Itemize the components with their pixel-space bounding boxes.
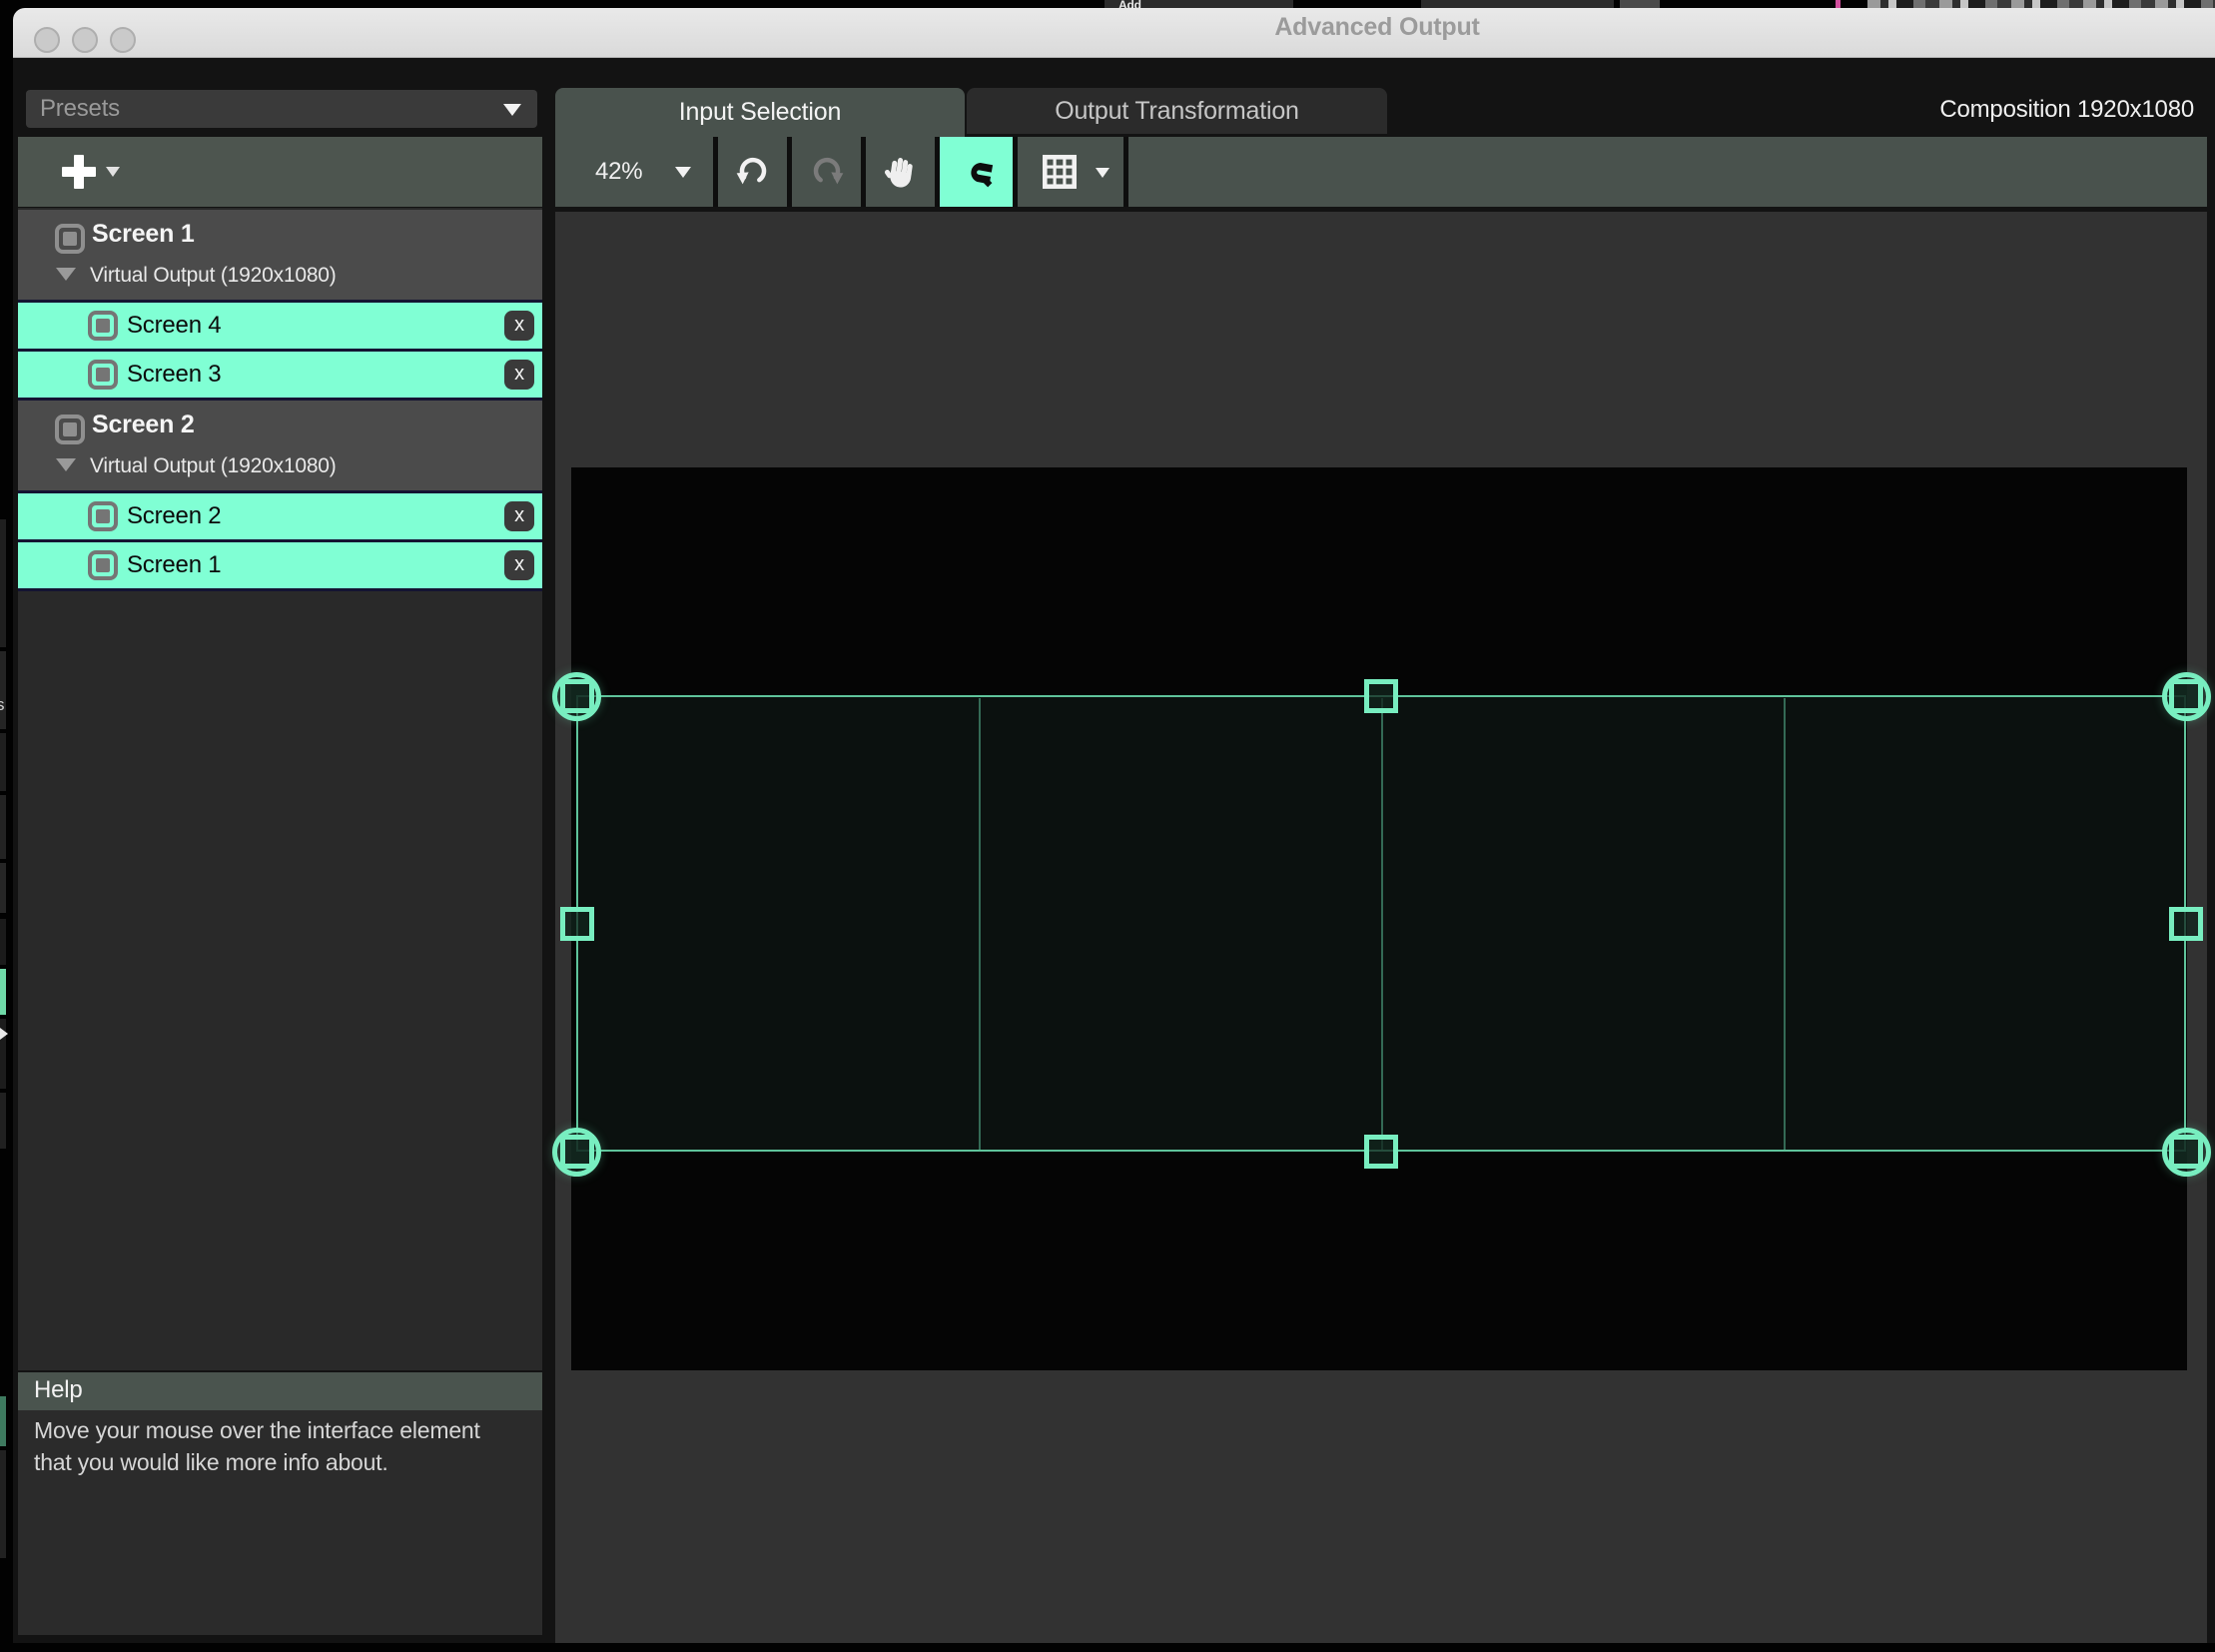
caret-down-icon[interactable] (106, 167, 120, 177)
remove-slice-button[interactable]: x (504, 360, 534, 390)
mid-handle-top[interactable] (1364, 679, 1398, 713)
corner-handle-square-top-right[interactable] (2169, 679, 2203, 713)
canvas-toolbar: 42% (555, 137, 2207, 207)
disclosure-triangle-icon[interactable] (56, 458, 76, 471)
screen-group-row[interactable]: Screen 1 Virtual Output (1920x1080) (18, 210, 542, 300)
grid-options-dropdown[interactable] (1018, 137, 1123, 207)
slice-checkbox[interactable] (88, 311, 118, 341)
hand-icon (881, 152, 921, 192)
undo-icon (733, 152, 773, 192)
background-fragment-green (0, 1396, 6, 1446)
plus-icon[interactable] (62, 155, 96, 189)
slice-row[interactable]: Screen 4 x (18, 303, 542, 349)
redo-button[interactable] (792, 137, 861, 207)
background-fragment (0, 733, 6, 791)
row-separator (18, 588, 542, 591)
grid-icon (1039, 151, 1081, 193)
screens-list: Screen 1 Virtual Output (1920x1080) Scre… (18, 210, 542, 591)
background-fragment (0, 795, 6, 859)
mid-handle-left[interactable] (560, 907, 594, 941)
slice-row[interactable]: Screen 3 x (18, 352, 542, 398)
background-fragment (0, 863, 6, 913)
slice-label: Screen 4 (127, 303, 221, 349)
toolbar-filler (1128, 137, 2207, 207)
screen-group-title: Screen 1 (92, 220, 195, 249)
background-fragment: y (0, 1093, 6, 1149)
help-text-line: that you would like more info about. (34, 1456, 542, 1468)
virtual-output-label: Virtual Output (1920x1080) (90, 264, 337, 288)
virtual-output-label: Virtual Output (1920x1080) (90, 454, 337, 478)
magnet-icon (957, 152, 997, 192)
corner-handle-square-bottom-right[interactable] (2169, 1135, 2203, 1169)
remove-slice-button[interactable]: x (504, 311, 534, 341)
help-header: Help (18, 1372, 542, 1410)
slice-checkbox[interactable] (88, 360, 118, 390)
slice-label: Screen 1 (127, 542, 221, 588)
mid-handle-bottom[interactable] (1364, 1135, 1398, 1169)
disclosure-triangle-icon[interactable] (56, 268, 76, 281)
pan-tool-button[interactable] (866, 137, 935, 207)
minimize-button[interactable] (72, 27, 98, 53)
composition-size-label: Composition 1920x1080 (1939, 96, 2194, 124)
background-fragment: s (0, 651, 6, 729)
zoom-level-dropdown[interactable]: 42% (555, 137, 713, 207)
screen-group-row[interactable]: Screen 2 Virtual Output (1920x1080) (18, 401, 542, 490)
slice-divider[interactable] (1784, 698, 1786, 1150)
mid-handle-right[interactable] (2169, 907, 2203, 941)
caret-down-icon (503, 104, 521, 116)
slice-row[interactable]: Screen 1 x (18, 542, 542, 588)
tab-input-selection[interactable]: Input Selection (555, 88, 965, 137)
help-body: Move your mouse over the interface eleme… (18, 1410, 542, 1635)
slice-label: Screen 2 (127, 493, 221, 539)
zoom-level-value: 42% (595, 137, 642, 207)
corner-handle-square-bottom-left[interactable] (560, 1135, 594, 1169)
slice-label: Screen 3 (127, 352, 221, 398)
help-text-line: Move your mouse over the interface eleme… (34, 1424, 542, 1436)
advanced-output-screen: Add s y Advanced Output Presets (0, 0, 2215, 1652)
window-title: Advanced Output (1274, 13, 1479, 42)
caret-down-icon (1096, 168, 1109, 178)
screen-checkbox[interactable] (55, 224, 85, 254)
remove-slice-button[interactable]: x (504, 501, 534, 531)
tab-output-transformation[interactable]: Output Transformation (967, 88, 1387, 134)
slice-divider[interactable] (1381, 698, 1383, 1150)
presets-dropdown[interactable]: Presets (26, 90, 537, 128)
slice-row[interactable]: Screen 2 x (18, 493, 542, 539)
snap-toggle-button[interactable] (940, 137, 1013, 207)
presets-label: Presets (40, 95, 120, 123)
corner-handle-square-top-left[interactable] (560, 679, 594, 713)
caret-down-icon (675, 167, 691, 178)
slice-checkbox[interactable] (88, 501, 118, 531)
background-fragment-text: s (0, 695, 4, 714)
window-titlebar[interactable] (13, 8, 2215, 58)
remove-slice-button[interactable]: x (504, 550, 534, 580)
background-cursor-fragment (0, 1028, 8, 1040)
undo-button[interactable] (718, 137, 787, 207)
add-screen-toolbar (18, 137, 542, 207)
close-button[interactable] (34, 27, 60, 53)
screen-checkbox[interactable] (55, 414, 85, 444)
background-fragment-selected (0, 969, 6, 1015)
help-title: Help (34, 1376, 83, 1404)
slice-checkbox[interactable] (88, 550, 118, 580)
slice-divider[interactable] (979, 698, 981, 1150)
background-fragment (0, 919, 6, 965)
background-fragment (0, 1450, 6, 1558)
redo-icon (807, 152, 847, 192)
background-fragment (0, 519, 6, 647)
zoom-window-button[interactable] (110, 27, 136, 53)
input-selection-canvas[interactable] (555, 212, 2207, 1643)
screen-group-title: Screen 2 (92, 411, 195, 439)
